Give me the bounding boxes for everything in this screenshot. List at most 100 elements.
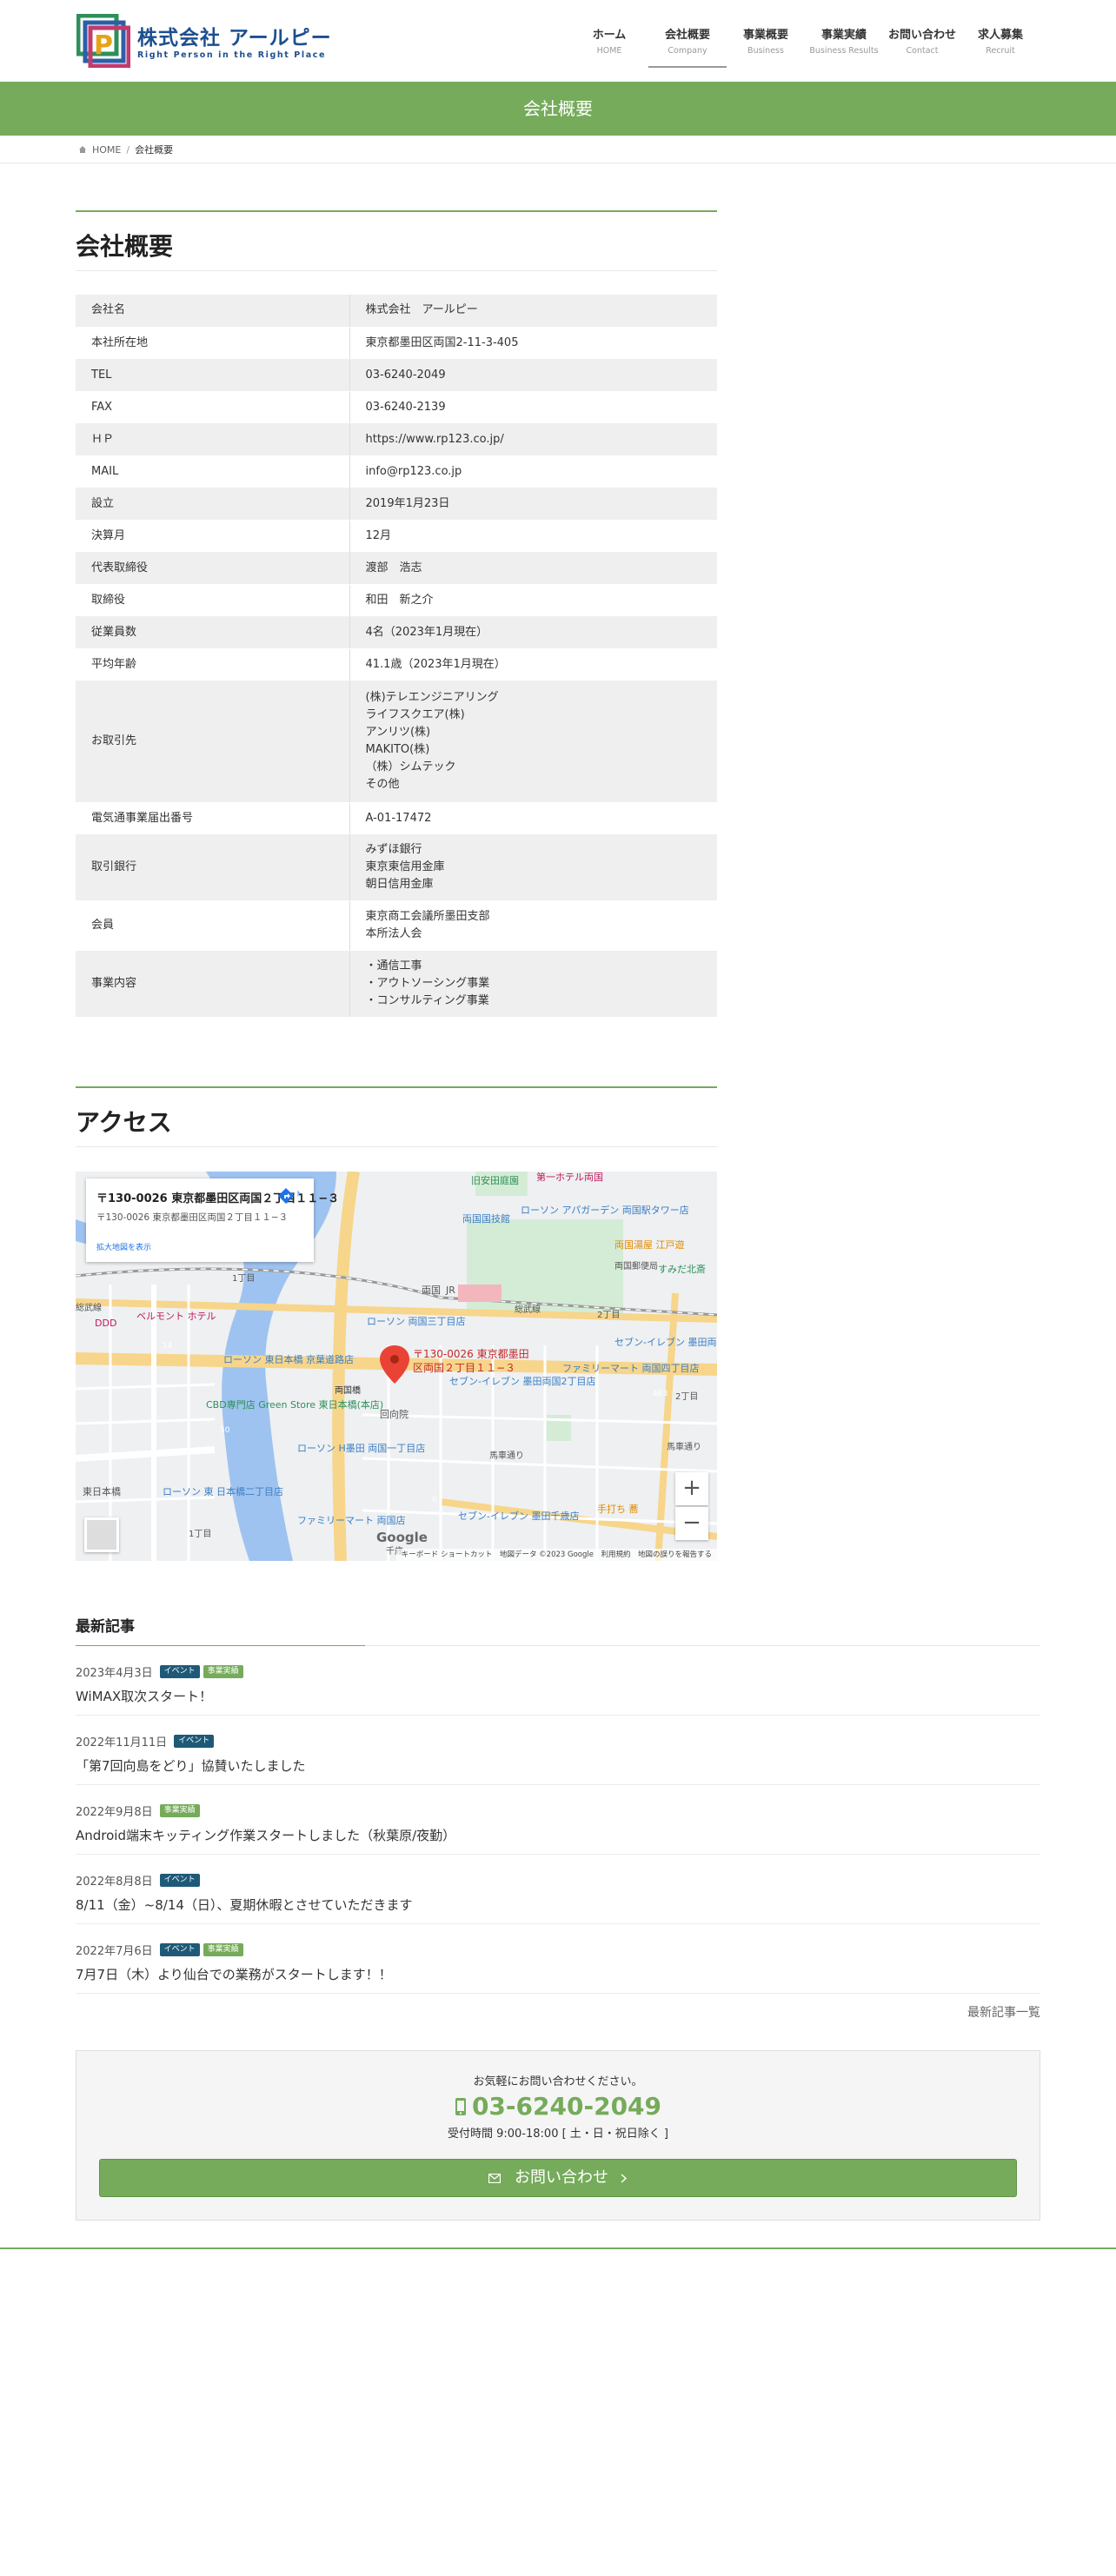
home-icon: [79, 146, 86, 153]
latest-posts-more-link[interactable]: 最新記事一覧: [967, 2003, 1040, 2021]
company-table-value-line: みずほ銀行: [365, 843, 422, 856]
google-map[interactable]: 両国国技館 旧安田庭園 第一ホテル両国 ローソン アパガーデン 両国駅タワー店 …: [76, 1172, 717, 1561]
post-title-link[interactable]: WiMAX取次スタート！: [76, 1687, 1040, 1705]
site-header: P 株式会社 アールピー Right Person in the Right P…: [0, 0, 1116, 82]
company-table-value: 株式会社 アールピー: [349, 295, 717, 328]
post-meta: 2022年11月11日 イベント: [76, 1733, 1040, 1749]
nav-item-sublabel: Business Results: [809, 46, 879, 56]
company-table-value-line[interactable]: info@rp123.co.jp: [366, 463, 702, 481]
company-table-value-line[interactable]: https://www.rp123.co.jp/: [366, 431, 702, 448]
map-label-seven-chitose: セブン-イレブン 墨田千歳店: [458, 1510, 579, 1522]
post-category-badge[interactable]: イベント: [159, 1664, 200, 1678]
map-zoom-in-button[interactable]: +: [675, 1472, 708, 1505]
contact-tel[interactable]: 03-6240-2049: [76, 2092, 1040, 2121]
post-date: 2022年8月8日: [76, 1875, 153, 1889]
company-table-value: 渡部 浩志: [349, 552, 717, 585]
company-table-row: ＨＰ https://www.rp123.co.jp/: [76, 423, 717, 456]
company-table-value: 2019年1月23日: [349, 488, 717, 521]
post-title-link[interactable]: 「第7回向島をどり」協賛いたしました: [76, 1756, 1040, 1775]
global-nav: ホーム HOME 会社概要 Company 事業概要 Business 事業実績 Busine…: [570, 0, 1040, 68]
map-label-basha-dori-a: 馬車通り: [489, 1450, 524, 1461]
map-label-jr: JR: [445, 1285, 455, 1296]
latest-posts-title: 最新記事: [76, 1618, 135, 1636]
company-table-key: 設立: [76, 488, 350, 521]
company-table-value-line: 4名（2023年1月現在）: [365, 625, 488, 639]
company-table-value-line: 12月: [365, 528, 392, 542]
map-card-title: 〒130-0026 東京都墨田区両国２丁目１１−３: [96, 1192, 340, 1205]
company-table-key: 電気通事業届出番号: [76, 802, 350, 835]
company-table-value-line: ・通信工事: [365, 959, 422, 973]
post-item[interactable]: 2022年11月11日 イベント 「第7回向島をどり」協賛いたしました: [76, 1716, 1040, 1785]
company-table-key: FAX: [76, 391, 350, 424]
contact-button-label: お問い合わせ: [515, 2168, 608, 2187]
post-category-badge[interactable]: 事業実績: [203, 1942, 243, 1956]
nav-item-business[interactable]: 事業概要 Business: [727, 0, 805, 68]
latest-posts-heading: 最新記事: [76, 1613, 1040, 1646]
nav-item-sublabel: Recruit: [986, 46, 1015, 56]
map-directions-button[interactable]: ルート: [277, 1187, 307, 1204]
company-table-value: みずほ銀行 東京東信用金庫 朝日信用金庫: [349, 834, 717, 901]
breadcrumb-separator: /: [126, 143, 130, 156]
nav-item-label: 会社概要: [664, 29, 710, 42]
nav-item-recruit[interactable]: 求人募集 Recruit: [961, 0, 1040, 68]
map-footer-attribution[interactable]: キーボード ショートカット 地図データ ©2023 Google 利用規約 地図…: [395, 1549, 717, 1561]
map-zoom-out-button[interactable]: −: [675, 1507, 708, 1540]
company-table-value-line: 41.1歳（2023年1月現在）: [365, 657, 506, 671]
post-title-link[interactable]: 8/11（金）~8/14（日）、夏期休暇とさせていただきます: [76, 1895, 1040, 1914]
map-card-subtitle: 〒130-0026 東京都墨田区両国２丁目１１−３: [96, 1212, 289, 1223]
svg-text:P: P: [94, 30, 113, 61]
post-title-link[interactable]: 7月7日（木）より仙台での業務がスタートします！！: [76, 1965, 1040, 1983]
map-enlarge-link[interactable]: 拡大地図を表示: [96, 1241, 303, 1252]
map-label-lawson-apa: ローソン アパガーデン 両国駅タワー店: [521, 1204, 689, 1216]
company-table-key: 会社名: [76, 295, 350, 328]
map-label-chome-1a: 1丁目: [232, 1274, 255, 1284]
company-table-value-line: (株)テレエンジニアリング: [365, 691, 499, 704]
post-item[interactable]: 2023年4月3日 イベント 事業実績 WiMAX取次スタート！: [76, 1646, 1040, 1716]
nav-item-label: 求人募集: [977, 29, 1023, 42]
company-table-row: お取引先 (株)テレエンジニアリング ライフスクエア(株) アンリツ(株) MAKITO…: [76, 681, 717, 803]
page-title: 会社概要: [523, 98, 593, 119]
post-item[interactable]: 2022年8月8日 イベント 8/11（金）~8/14（日）、夏期休暇とさせていただ…: [76, 1855, 1040, 1924]
breadcrumb-home-link[interactable]: HOME: [92, 144, 121, 156]
contact-button[interactable]: お問い合わせ: [99, 2159, 1017, 2197]
nav-item-contact[interactable]: お問い合わせ Contact: [883, 0, 961, 68]
post-category-badge[interactable]: イベント: [159, 1873, 200, 1887]
map-label-lawson-ryogoku1: ローソン H墨田 両国一丁目店: [297, 1442, 425, 1454]
contact-box: お気軽にお問い合わせください。 03-6240-2049 受付時間 9:00-1…: [76, 2050, 1040, 2221]
map-label-route-6: 6: [432, 1496, 437, 1504]
envelope-icon: [488, 2173, 502, 2183]
map-marker-label-line1: 〒130-0026 東京都墨田: [413, 1348, 529, 1360]
post-category-badge[interactable]: イベント: [159, 1942, 200, 1956]
post-item[interactable]: 2022年9月8日 事業実績 Android端末キッティング作業スタートしました（秋…: [76, 1785, 1040, 1855]
map-label-seven-ryogoku4: セブン-イレブン 墨田両国4丁目店: [614, 1336, 717, 1348]
post-meta: 2023年4月3日 イベント 事業実績: [76, 1663, 1040, 1680]
company-table-key: 取引銀行: [76, 834, 350, 901]
post-category-badge[interactable]: イベント: [174, 1734, 215, 1748]
post-category-badge[interactable]: 事業実績: [159, 1803, 200, 1817]
nav-item-home[interactable]: ホーム HOME: [570, 0, 648, 68]
site-logo[interactable]: P 株式会社 アールピー Right Person in the Right P…: [76, 14, 348, 68]
map-label-chome-2a: 2丁目: [597, 1311, 620, 1320]
map-label-higashinihonbashi: 東日本橋: [83, 1485, 121, 1497]
company-table-value: 03-6240-2049: [349, 359, 717, 392]
nav-item-company[interactable]: 会社概要 Company: [648, 0, 727, 68]
nav-item-business-results[interactable]: 事業実績 Business Results: [805, 0, 883, 68]
map-label-ryogoku-station: 両国: [422, 1285, 441, 1296]
company-table-row: MAIL info@rp123.co.jp: [76, 455, 717, 488]
map-label-seven-ryogoku2: セブン-イレブン 墨田両国2丁目店: [449, 1375, 595, 1387]
company-table-value: 12月: [349, 520, 717, 553]
contact-tel-number: 03-6240-2049: [471, 2092, 662, 2121]
arrow-right-icon: [621, 2173, 627, 2183]
map-label-belmont-hotel: ベルモント ホテル: [136, 1311, 216, 1322]
post-item[interactable]: 2022年7月6日 イベント 事業実績 7月7日（木）より仙台での業務がスタートします…: [76, 1924, 1040, 1994]
company-table-value-line: 和田 新之介: [365, 593, 434, 607]
nav-item-sublabel: Company: [668, 46, 707, 56]
map-label-route-463: 463: [653, 1390, 668, 1398]
post-category-badge[interactable]: 事業実績: [203, 1664, 243, 1678]
street-view-pegman-icon[interactable]: [84, 1517, 119, 1552]
access-section-heading: アクセス: [76, 1086, 717, 1147]
company-table-key: お取引先: [76, 681, 350, 803]
map-label-yasuda-garden: 旧安田庭園: [471, 1174, 519, 1186]
map-label-ekoin: 回向院: [380, 1408, 409, 1420]
post-title-link[interactable]: Android端末キッティング作業スタートしました（秋葉原/夜勤）: [76, 1826, 1040, 1844]
